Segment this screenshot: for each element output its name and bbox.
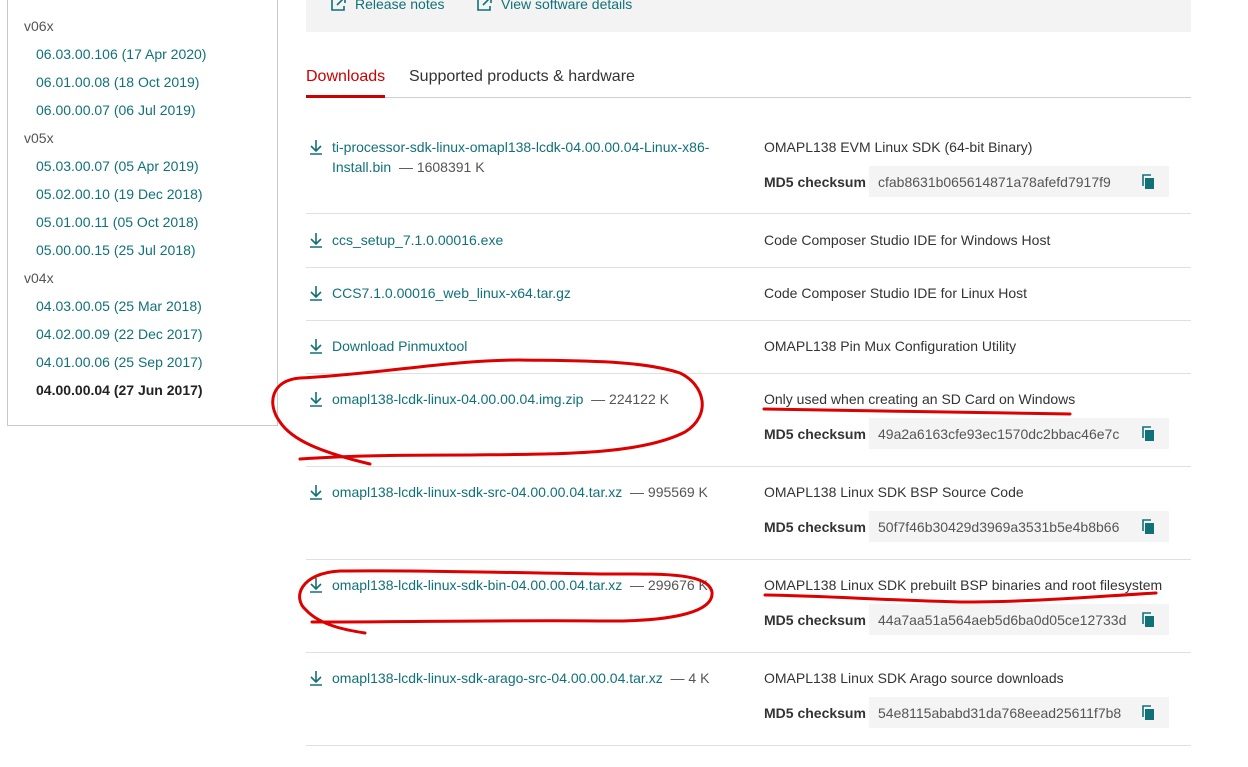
- file-link[interactable]: CCS7.1.0.00016_web_linux-x64.tar.gz: [332, 283, 571, 303]
- copy-icon[interactable]: [1141, 611, 1155, 628]
- download-row-arago-src: omapl138-lcdk-linux-sdk-arago-src-04.00.…: [309, 668, 709, 688]
- row-divider: [306, 320, 1191, 321]
- version-item[interactable]: 04.02.00.09 (22 Dec 2017): [36, 326, 203, 342]
- version-list-panel: v06x 06.03.00.106 (17 Apr 2020) 06.01.00…: [7, 0, 278, 426]
- md5-value-box: cfab8631b065614871a78afefd7917f9: [869, 166, 1169, 197]
- version-item[interactable]: 04.01.00.06 (25 Sep 2017): [36, 354, 203, 370]
- md5-checksum: MD5 checksum 54e8115ababd31da768eead2561…: [764, 697, 1169, 728]
- file-link[interactable]: ccs_setup_7.1.0.00016.exe: [332, 230, 503, 250]
- file-size: — 299676 K: [630, 577, 708, 593]
- download-row-img-zip: omapl138-lcdk-linux-04.00.00.04.img.zip …: [309, 389, 669, 409]
- md5-checksum: MD5 checksum cfab8631b065614871a78afefd7…: [764, 166, 1169, 197]
- md5-value-box: 44a7aa51a564aeb5d6ba0d05ce12733d: [869, 604, 1169, 635]
- view-software-details-link[interactable]: View software details: [476, 0, 632, 12]
- download-icon: [310, 233, 322, 248]
- md5-value-box: 50f7f46b30429d3969a3531b5e4b8b66: [869, 511, 1169, 542]
- file-link[interactable]: ti-processor-sdk-linux-omapl138-lcdk-04.…: [332, 139, 709, 175]
- md5-value: 49a2a6163cfe93ec1570dc2bbac46e7c: [878, 425, 1120, 442]
- download-row-sdk-installer: ti-processor-sdk-linux-omapl138-lcdk-04.…: [309, 137, 729, 177]
- copy-icon[interactable]: [1141, 425, 1155, 442]
- download-row-sdk-bin: omapl138-lcdk-linux-sdk-bin-04.00.00.04.…: [309, 575, 708, 595]
- version-item[interactable]: 05.01.00.11 (05 Oct 2018): [36, 214, 198, 230]
- md5-label: MD5 checksum: [764, 425, 866, 442]
- md5-checksum: MD5 checksum 50f7f46b30429d3969a3531b5e4…: [764, 511, 1169, 542]
- version-item[interactable]: 06.03.00.106 (17 Apr 2020): [36, 46, 206, 62]
- version-item[interactable]: 04.03.00.05 (25 Mar 2018): [36, 298, 202, 314]
- annotation-underline-sd-card: [762, 407, 1072, 416]
- annotation-underline-bsp-binaries: [763, 591, 1158, 604]
- md5-value: 44a7aa51a564aeb5d6ba0d05ce12733d: [878, 611, 1127, 628]
- copy-icon[interactable]: [1141, 704, 1155, 721]
- release-notes-label: Release notes: [355, 0, 445, 12]
- file-link[interactable]: Download Pinmuxtool: [332, 336, 467, 356]
- file-description: OMAPL138 Linux SDK prebuilt BSP binaries…: [764, 577, 1163, 593]
- file-description: Code Composer Studio IDE for Linux Host: [764, 285, 1028, 301]
- file-description: OMAPL138 Pin Mux Configuration Utility: [764, 338, 1017, 354]
- row-divider: [306, 652, 1191, 653]
- file-link[interactable]: omapl138-lcdk-linux-04.00.00.04.img.zip: [332, 391, 583, 407]
- file-link[interactable]: omapl138-lcdk-linux-sdk-bin-04.00.00.04.…: [332, 577, 622, 593]
- file-description: OMAPL138 Linux SDK BSP Source Code: [764, 484, 1024, 500]
- tab-bar: Downloads Supported products & hardware: [306, 62, 1191, 98]
- md5-checksum: MD5 checksum 49a2a6163cfe93ec1570dc2bbac…: [764, 418, 1169, 449]
- version-group-v05x: v05x: [24, 130, 54, 146]
- version-item[interactable]: 06.00.00.07 (06 Jul 2019): [36, 102, 196, 118]
- md5-label: MD5 checksum: [764, 704, 866, 721]
- row-divider: [306, 745, 1191, 746]
- row-divider: [306, 267, 1191, 268]
- md5-value-box: 49a2a6163cfe93ec1570dc2bbac46e7c: [869, 418, 1169, 449]
- md5-value: 50f7f46b30429d3969a3531b5e4b8b66: [878, 518, 1120, 535]
- download-icon: [310, 392, 322, 407]
- copy-icon[interactable]: [1141, 173, 1155, 190]
- version-item[interactable]: 05.03.00.07 (05 Apr 2019): [36, 158, 199, 174]
- file-size: — 1608391 K: [398, 159, 485, 175]
- download-row-ccs-windows: ccs_setup_7.1.0.00016.exe: [309, 230, 503, 250]
- version-group-v04x: v04x: [24, 270, 54, 286]
- download-icon: [310, 140, 322, 155]
- download-icon: [310, 485, 322, 500]
- download-icon: [310, 286, 322, 301]
- row-divider: [306, 466, 1191, 467]
- file-link[interactable]: omapl138-lcdk-linux-sdk-src-04.00.00.04.…: [332, 484, 622, 500]
- md5-value-box: 54e8115ababd31da768eead25611f7b8: [869, 697, 1169, 728]
- md5-label: MD5 checksum: [764, 611, 866, 628]
- file-description: OMAPL138 EVM Linux SDK (64-bit Binary): [764, 139, 1033, 155]
- file-description: OMAPL138 Linux SDK Arago source download…: [764, 670, 1064, 686]
- file-description: Only used when creating an SD Card on Wi…: [764, 391, 1076, 407]
- version-group-v06x: v06x: [24, 18, 54, 34]
- md5-value: cfab8631b065614871a78afefd7917f9: [878, 173, 1111, 190]
- row-divider: [306, 213, 1191, 214]
- md5-checksum: MD5 checksum 44a7aa51a564aeb5d6ba0d05ce1…: [764, 604, 1169, 635]
- download-icon: [310, 578, 322, 593]
- md5-value: 54e8115ababd31da768eead25611f7b8: [878, 704, 1122, 721]
- row-divider: [306, 373, 1191, 374]
- download-row-ccs-linux: CCS7.1.0.00016_web_linux-x64.tar.gz: [309, 283, 571, 303]
- download-row-sdk-src: omapl138-lcdk-linux-sdk-src-04.00.00.04.…: [309, 482, 708, 502]
- active-tab-indicator: [306, 95, 385, 98]
- version-item[interactable]: 06.01.00.08 (18 Oct 2019): [36, 74, 199, 90]
- external-link-icon: [477, 0, 492, 11]
- md5-label: MD5 checksum: [764, 173, 866, 190]
- copy-icon[interactable]: [1141, 518, 1155, 535]
- file-description: Code Composer Studio IDE for Windows Hos…: [764, 232, 1051, 248]
- version-item[interactable]: 05.00.00.15 (25 Jul 2018): [36, 242, 196, 258]
- version-item-current: 04.00.00.04 (27 Jun 2017): [36, 382, 203, 398]
- file-link[interactable]: omapl138-lcdk-linux-sdk-arago-src-04.00.…: [332, 670, 663, 686]
- md5-label: MD5 checksum: [764, 518, 866, 535]
- tab-supported-products[interactable]: Supported products & hardware: [409, 68, 635, 86]
- release-notes-link[interactable]: Release notes: [330, 0, 445, 12]
- file-size: — 995569 K: [630, 484, 708, 500]
- top-links-bar: Release notes View software details: [306, 0, 1191, 32]
- tab-downloads[interactable]: Downloads: [306, 68, 385, 86]
- file-size: — 224122 K: [591, 391, 669, 407]
- external-link-icon: [331, 0, 346, 11]
- download-row-pinmuxtool: Download Pinmuxtool: [309, 336, 467, 356]
- file-size: — 4 K: [670, 670, 710, 686]
- software-details-label: View software details: [501, 0, 633, 12]
- download-icon: [310, 339, 322, 354]
- download-icon: [310, 671, 322, 686]
- row-divider: [306, 559, 1191, 560]
- version-item[interactable]: 05.02.00.10 (19 Dec 2018): [36, 186, 203, 202]
- annotation-circle-img-zip: [271, 358, 704, 466]
